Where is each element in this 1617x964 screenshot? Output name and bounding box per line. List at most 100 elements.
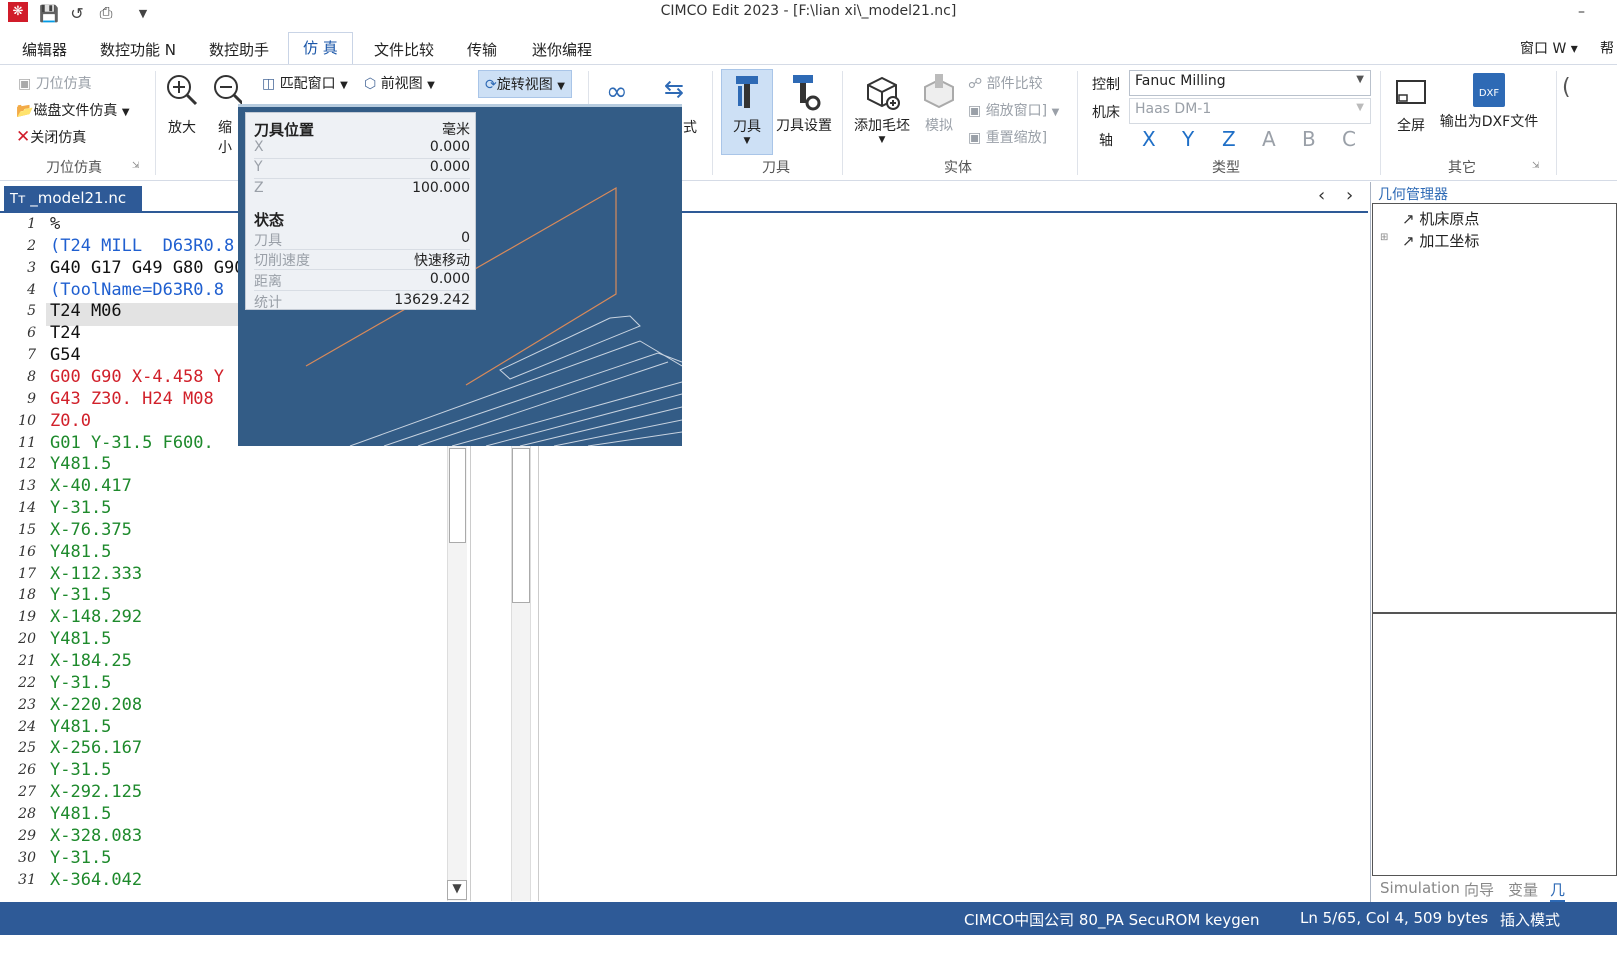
code-line[interactable]: % [50,214,60,234]
tab-geometry[interactable]: 几 [1550,879,1566,902]
tab-simulation-panel[interactable]: Simulation [1380,879,1460,897]
tab-scroll-right-icon[interactable]: › [1346,185,1353,206]
code-line[interactable]: G54 [50,345,81,365]
code-line[interactable]: X-148.292 [50,607,142,627]
code-line[interactable]: (T24 MILL D63R0.8 [50,236,234,256]
editor-scrollbar-thumb[interactable] [449,448,466,543]
tab-scroll-left-icon[interactable]: ‹ [1318,185,1325,206]
close-sim-button[interactable]: ✕关闭仿真 [16,127,86,147]
secondary-scrollbar-thumb[interactable] [512,448,530,603]
simulate-icon [924,74,954,109]
code-line[interactable]: Y481.5 [50,717,111,737]
expand-icon[interactable]: ⊞ [1380,232,1388,243]
code-line[interactable]: X-76.375 [50,520,132,540]
code-line[interactable]: Y481.5 [50,542,111,562]
fit-window-button[interactable]: ◫ 匹配窗口 ▼ [262,73,348,93]
code-line[interactable]: X-40.417 [50,476,132,496]
axis-z-button[interactable]: Z [1222,127,1236,151]
code-line[interactable]: Y-31.5 [50,585,111,605]
axis-c-button[interactable]: C [1342,127,1356,151]
code-line[interactable]: Y481.5 [50,804,111,824]
tree-item-machine-origin[interactable]: ↗ 机床原点 [1402,208,1479,229]
code-line[interactable]: G43 Z30. H24 M08 [50,389,214,409]
rotate-view-button[interactable]: ⟳旋转视图 ▼ [478,70,572,98]
geometry-properties [1372,613,1617,876]
scroll-down-icon[interactable]: ▼ [447,880,467,900]
tab-nc-assistant[interactable]: 数控助手 [209,37,269,64]
code-line[interactable]: Y-31.5 [50,673,111,693]
code-line[interactable]: X-328.083 [50,826,142,846]
code-line[interactable]: T24 [50,323,81,343]
code-line[interactable]: G40 G17 G49 G80 G90 [50,258,244,278]
tool-button[interactable]: 刀具 ▼ [721,69,773,155]
tree-item-work-coordinate[interactable]: ↗ 加工坐标 [1402,230,1479,251]
code-line[interactable]: Y481.5 [50,629,111,649]
code-line[interactable]: X-112.333 [50,564,142,584]
tab-file-compare[interactable]: 文件比较 [374,37,434,64]
dialog-launcher-icon[interactable]: ⇲ [132,161,140,171]
code-line[interactable]: X-364.042 [50,870,142,890]
front-view-button[interactable]: ⬡ 前视图 ▼ [364,73,435,93]
document-tab-label: _model21.nc [30,189,127,207]
code-line[interactable]: Y481.5 [50,454,111,474]
help-menu[interactable]: 帮 [1600,38,1614,58]
fullscreen-button[interactable]: 全屏 [1390,73,1432,135]
machine-select[interactable]: Haas DM-1 ▼ [1129,98,1371,124]
info-feed-row: 切削速度 快速移动 [254,250,470,270]
tab-editor[interactable]: 编辑器 [22,37,67,64]
info-status-header: 状态 [254,211,285,229]
axis-y-button[interactable]: Y [1182,127,1194,151]
code-line[interactable]: X-256.167 [50,738,142,758]
reset-zoom-button[interactable]: ▣ 重置缩放] [968,127,1047,147]
mode-icon[interactable]: ⇆ [664,75,684,103]
disk-file-sim-button[interactable]: 📂磁盘文件仿真 ▼ [16,100,130,120]
export-dxf-button[interactable]: DXF 输出为DXF文件 [1437,73,1541,131]
dialog-launcher-icon[interactable]: ⇲ [1532,161,1540,171]
status-company: CIMCO中国公司 80_PA SecuROM keygen [964,911,1260,929]
tool-position-info-panel: 刀具位置 毫米 X 0.000 Y 0.000 Z 100.000 状态 刀具 0 切削速… [245,112,476,311]
line-number: 10 [18,412,36,429]
tool-settings-button[interactable]: 刀具设置 [773,73,835,135]
toolpath-icon[interactable]: ∞ [606,77,628,107]
code-line[interactable]: X-292.125 [50,782,142,802]
tab-nc-functions[interactable]: 数控功能 N [100,37,176,64]
line-number: 9 [27,390,36,407]
tab-mini-programming[interactable]: 迷你编程 [532,37,592,64]
code-line[interactable]: X-220.208 [50,695,142,715]
line-number: 23 [18,696,36,713]
tab-simulation[interactable]: 仿 真 [288,32,353,65]
toolpath-sim-button[interactable]: ▣ 刀位仿真 [18,73,92,93]
code-line[interactable]: Y-31.5 [50,498,111,518]
code-line[interactable]: G01 Y-31.5 F600. [50,433,214,453]
code-line[interactable]: (ToolName=D63R0.8 [50,280,224,300]
add-stock-icon [867,76,900,110]
axis-x-button[interactable]: X [1142,127,1156,151]
axis-b-button[interactable]: B [1302,127,1316,151]
code-line[interactable]: Y-31.5 [50,848,111,868]
zoom-in-button[interactable]: 放大 [163,73,201,137]
code-line[interactable]: G00 G90 X-4.458 Y [50,367,224,387]
window-menu[interactable]: 窗口 W ▾ [1520,38,1578,58]
status-insert-mode[interactable]: 插入模式 [1500,909,1560,930]
group-label-other: 其它 [1448,160,1476,176]
code-line[interactable]: Y-31.5 [50,760,111,780]
zoom-window-button[interactable]: ▣ 缩放窗口] ▼ [968,100,1059,120]
geometry-manager-title: 几何管理器 [1378,187,1448,203]
mode-button-label[interactable]: 式 [683,117,697,137]
part-compare-button[interactable]: ☍ 部件比较 [968,73,1043,93]
minimize-button[interactable]: – [1578,4,1585,20]
geometry-tree[interactable] [1372,203,1617,613]
code-line[interactable]: X-184.25 [50,651,132,671]
code-line[interactable]: Z0.0 [50,411,91,431]
document-tab[interactable]: Tᴛ _model21.nc × [4,186,142,225]
control-select[interactable]: Fanuc Milling ▼ [1129,70,1371,96]
code-line[interactable]: T24 M06 [50,301,122,321]
tab-variables[interactable]: 变量 [1508,879,1538,900]
tab-wizard[interactable]: 向导 [1464,879,1494,900]
tab-transfer[interactable]: 传输 [467,37,497,64]
add-stock-button[interactable]: 添加毛坯 ▼ [850,73,914,145]
axis-a-button[interactable]: A [1262,127,1276,151]
simulate-button[interactable]: 模拟 [920,73,958,135]
fullscreen-icon [1396,80,1426,104]
more-icon[interactable]: ( [1562,75,1571,100]
